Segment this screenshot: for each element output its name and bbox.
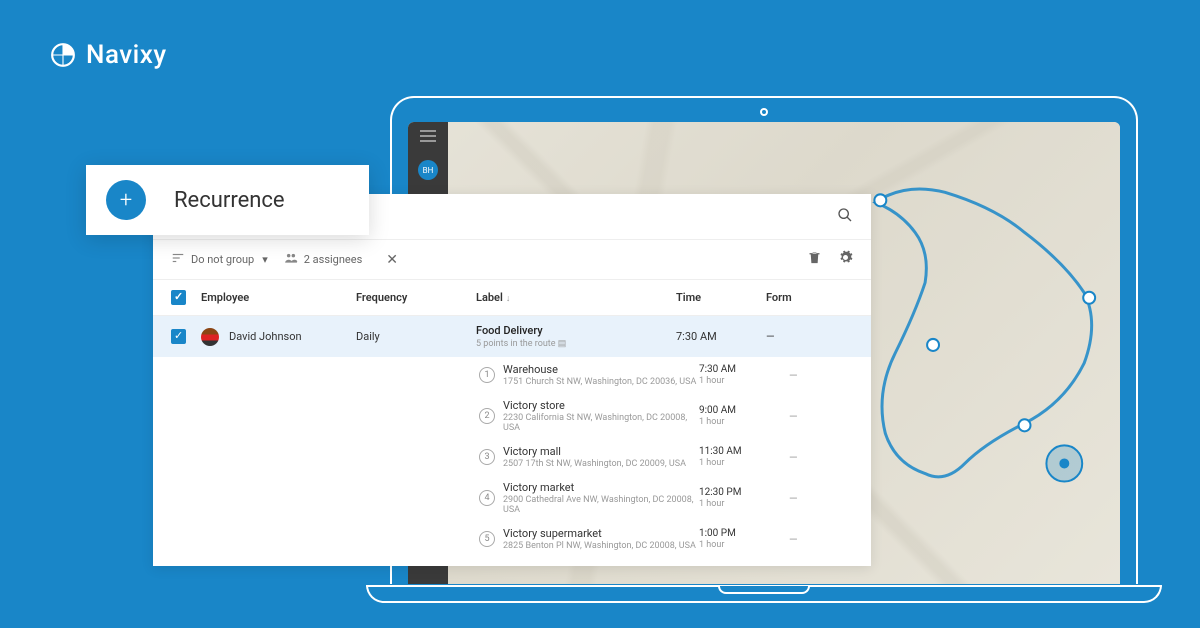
point-form: — xyxy=(789,410,798,423)
point-name: Victory market xyxy=(503,481,699,494)
route-icon: ▤ xyxy=(558,339,567,349)
search-icon[interactable] xyxy=(837,207,853,227)
col-employee[interactable]: Employee xyxy=(201,291,356,304)
assignees-label: 2 assignees xyxy=(304,253,363,266)
group-selector[interactable]: Do not group ▾ xyxy=(171,251,268,269)
point-time: 9:00 AM xyxy=(699,405,789,416)
point-time: 1:00 PM xyxy=(699,528,789,539)
point-form: — xyxy=(789,533,798,546)
point-time: 12:30 PM xyxy=(699,487,789,498)
sort-arrow-icon: ↓ xyxy=(506,294,511,304)
row-time: 7:30 AM xyxy=(676,330,766,343)
route-point-number: 3 xyxy=(479,449,495,465)
point-address: 2825 Benton Pl NW, Washington, DC 20008,… xyxy=(503,541,699,551)
point-name: Victory supermarket xyxy=(503,527,699,540)
row-label-sub: 5 points in the route xyxy=(476,339,556,349)
col-label[interactable]: Label↓ xyxy=(476,291,676,304)
col-frequency[interactable]: Frequency xyxy=(356,291,476,304)
tasks-panel: Do not group ▾ 2 assignees ✕ Employee Fr… xyxy=(153,194,871,566)
route-point-number: 2 xyxy=(479,408,495,424)
col-form[interactable]: Form xyxy=(766,291,853,304)
select-all-checkbox[interactable] xyxy=(171,290,186,305)
point-address: 2230 California St NW, Washington, DC 20… xyxy=(503,413,699,433)
route-point-row[interactable]: 4 Victory market2900 Cathedral Ave NW, Wa… xyxy=(153,475,871,521)
clear-filter-icon[interactable]: ✕ xyxy=(386,252,398,268)
route-point-row[interactable]: 2 Victory store2230 California St NW, Was… xyxy=(153,393,871,439)
point-name: Victory mall xyxy=(503,445,699,458)
route-point-row[interactable]: 1 Warehouse1751 Church St NW, Washington,… xyxy=(153,357,871,393)
employee-name: David Johnson xyxy=(229,329,302,342)
route-point-number: 4 xyxy=(479,490,495,506)
point-form: — xyxy=(789,451,798,464)
settings-icon[interactable] xyxy=(838,250,853,269)
recurrence-card: + Recurrence xyxy=(86,165,369,235)
panel-toolbar: Do not group ▾ 2 assignees ✕ xyxy=(153,240,871,280)
point-duration: 1 hour xyxy=(699,376,789,386)
delete-icon[interactable] xyxy=(807,250,822,269)
people-icon xyxy=(284,251,298,269)
add-button[interactable]: + xyxy=(106,180,146,220)
group-label: Do not group xyxy=(191,253,254,266)
col-time[interactable]: Time xyxy=(676,291,766,304)
sort-icon xyxy=(171,251,185,269)
navixy-logo-icon xyxy=(50,42,76,68)
assignees-selector[interactable]: 2 assignees xyxy=(284,251,363,269)
table-row[interactable]: David Johnson Daily Food Delivery 5 poin… xyxy=(153,316,871,357)
point-address: 2900 Cathedral Ave NW, Washington, DC 20… xyxy=(503,495,699,515)
point-duration: 1 hour xyxy=(699,499,789,509)
row-form: — xyxy=(766,330,853,343)
point-form: — xyxy=(789,369,798,382)
point-duration: 1 hour xyxy=(699,417,789,427)
employee-avatar xyxy=(201,328,219,346)
point-name: Warehouse xyxy=(503,363,699,376)
point-time: 11:30 AM xyxy=(699,446,789,457)
chevron-down-icon: ▾ xyxy=(262,253,268,266)
menu-icon[interactable] xyxy=(420,130,436,142)
route-point-row[interactable]: 3 Victory mall2507 17th St NW, Washington… xyxy=(153,439,871,475)
row-label-main: Food Delivery xyxy=(476,324,676,337)
brand-name: Navixy xyxy=(86,40,167,70)
point-duration: 1 hour xyxy=(699,458,789,468)
point-address: 2507 17th St NW, Washington, DC 20009, U… xyxy=(503,459,699,469)
recurrence-title: Recurrence xyxy=(174,188,285,213)
route-point-number: 1 xyxy=(479,367,495,383)
table-header: Employee Frequency Label↓ Time Form xyxy=(153,280,871,316)
point-form: — xyxy=(789,492,798,505)
user-avatar-mini[interactable]: BH xyxy=(418,160,438,180)
point-duration: 1 hour xyxy=(699,540,789,550)
route-point-row[interactable]: 5 Victory supermarket2825 Benton Pl NW, W… xyxy=(153,521,871,557)
row-checkbox[interactable] xyxy=(171,329,186,344)
route-point-number: 5 xyxy=(479,531,495,547)
brand-logo: Navixy xyxy=(50,40,167,70)
row-frequency: Daily xyxy=(356,330,476,343)
point-time: 7:30 AM xyxy=(699,364,789,375)
laptop-notch xyxy=(718,586,810,594)
point-address: 1751 Church St NW, Washington, DC 20036,… xyxy=(503,377,699,387)
laptop-camera-icon xyxy=(760,108,768,116)
point-name: Victory store xyxy=(503,399,699,412)
